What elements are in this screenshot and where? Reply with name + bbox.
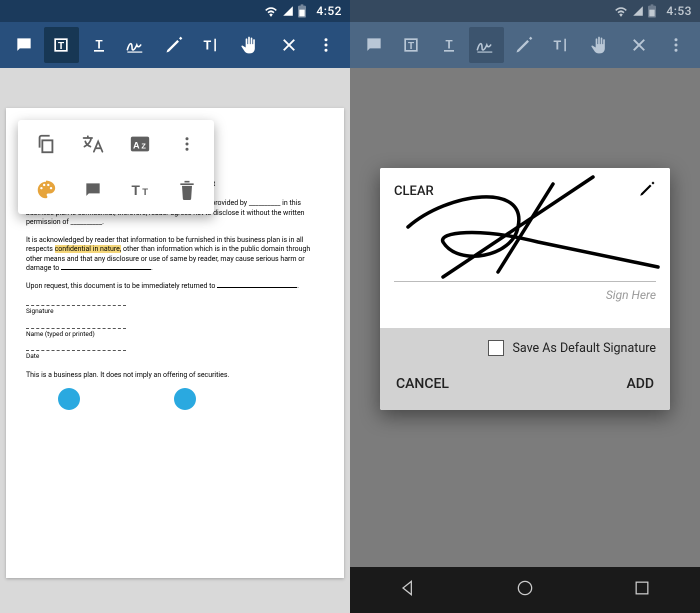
nav-back-button[interactable] [398,578,418,602]
underline-tool-button[interactable]: T [81,27,117,63]
overflow-menu-button[interactable] [309,27,345,63]
svg-text:A: A [133,141,140,151]
comment-tool-button [356,27,392,63]
status-time: 4:53 [666,4,692,18]
delete-annotation-button[interactable] [163,172,210,208]
date-field: Date [26,344,324,361]
battery-icon [648,4,656,18]
status-bar: 4:52 [0,0,350,22]
paragraph-2: It is acknowledged by reader that inform… [26,236,324,274]
svg-text:T: T [95,38,102,51]
annotation-toolbar: T T T [0,22,350,68]
add-note-button[interactable] [69,172,116,208]
highlighted-text[interactable]: confidential in nature, [55,245,122,253]
translate-button[interactable] [69,126,116,162]
cell-signal-icon [632,5,644,17]
signature-stroke [388,172,668,292]
copy-button[interactable] [22,126,69,162]
close-toolbar-button[interactable] [271,27,307,63]
paragraph-3: Upon request, this document is to be imm… [26,282,324,291]
nav-home-button[interactable] [515,578,535,602]
signature-baseline [394,281,656,282]
selection-handle-end[interactable] [174,388,196,410]
svg-text:T: T [445,38,452,51]
sign-here-placeholder: Sign Here [380,288,656,302]
blank-field [61,264,151,270]
comment-tool-button[interactable] [6,27,42,63]
pan-tool-button[interactable] [231,27,267,63]
svg-text:T: T [553,39,561,53]
svg-text:Z: Z [141,142,146,151]
text-insert-tool-button[interactable]: T [194,27,230,63]
footer-text: This is a business plan. It does not imp… [26,371,324,380]
text-selection-context-menu: AZ TT [18,120,214,214]
left-screenshot: 4:52 T T T [0,0,350,613]
name-field: Name (typed or printed) [26,322,324,339]
svg-text:T: T [203,39,211,53]
wifi-icon [264,5,278,17]
svg-text:T: T [131,183,140,198]
blank-field [217,282,297,288]
svg-text:T: T [58,41,64,52]
save-default-checkbox[interactable] [488,340,504,356]
save-default-label: Save As Default Signature [512,341,656,356]
nav-recent-button[interactable] [632,578,652,602]
draw-tool-button[interactable] [156,27,192,63]
signature-canvas[interactable]: CLEAR Sign Here [380,168,670,328]
add-button[interactable]: ADD [624,372,656,396]
define-button[interactable]: AZ [116,126,163,162]
battery-icon [298,4,306,18]
text-insert-tool-button: T [544,27,580,63]
right-screenshot: 4:53 T T T [350,0,700,613]
highlight-tool-button: T [394,27,430,63]
overflow-menu-button [659,27,695,63]
android-navbar [350,567,700,613]
text-style-button[interactable]: TT [116,172,163,208]
highlight-color-button[interactable] [22,172,69,208]
popup-overflow-button[interactable] [163,126,210,162]
signature-tool-button[interactable] [119,27,155,63]
cell-signal-icon [282,5,294,17]
signature-dialog: CLEAR Sign Here Save As Default Signatur… [380,168,670,410]
selection-handle-start[interactable] [58,388,80,410]
underline-tool-button: T [431,27,467,63]
draw-tool-button [506,27,542,63]
svg-text:T: T [142,186,148,197]
cancel-button[interactable]: CANCEL [394,372,451,396]
annotation-toolbar-dimmed: T T T [350,22,700,68]
signature-field: Signature [26,299,324,316]
close-toolbar-button [621,27,657,63]
signature-tool-button [469,27,505,63]
highlight-tool-button[interactable]: T [44,27,80,63]
status-time: 4:52 [316,4,342,18]
wifi-icon [614,5,628,17]
status-bar: 4:53 [350,0,700,22]
pan-tool-button [581,27,617,63]
svg-text:T: T [408,41,414,52]
